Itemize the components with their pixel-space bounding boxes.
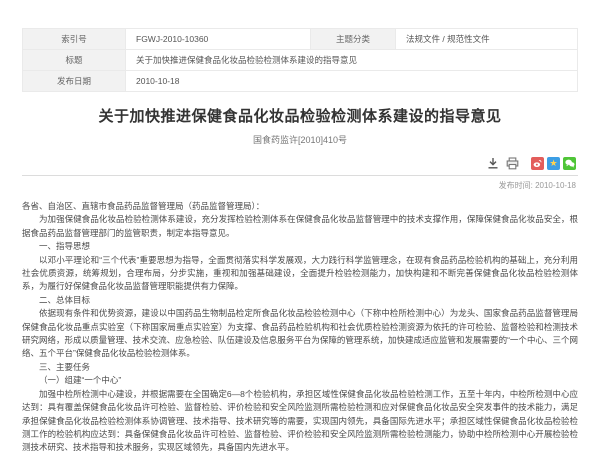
page-title: 关于加快推进保健食品化妆品检验检测体系建设的指导意见 <box>22 105 578 126</box>
share-wechat-icon[interactable] <box>563 157 576 170</box>
meta-label-publish-date: 发布日期 <box>23 71 126 92</box>
meta-label-topic-category: 主题分类 <box>311 29 396 50</box>
print-icon[interactable] <box>505 156 519 170</box>
subsection-heading-3-1: （一）组建“一个中心” <box>22 374 578 387</box>
section-1-paragraph: 以邓小平理论和“三个代表”重要思想为指导，全面贯彻落实科学发展观，大力践行科学监… <box>22 254 578 294</box>
meta-value-topic-category: 法规文件 / 规范性文件 <box>396 29 578 50</box>
share-weibo-icon[interactable] <box>531 157 544 170</box>
share-buttons: ★ <box>531 157 576 170</box>
section-3-paragraph: 加强中检所检测中心建设，并根据需要在全国确定6—8个检验机构，承担区域性保健食品… <box>22 388 578 455</box>
document-number: 国食药监许[2010]410号 <box>22 133 578 146</box>
section-2-paragraph: 依据现有条件和优势资源，建设以中国药品生物制品检定所食品化妆品检验检测中心（下称… <box>22 307 578 361</box>
meta-label-index-number: 索引号 <box>23 29 126 50</box>
download-icon[interactable] <box>486 156 500 170</box>
table-row: 索引号 FGWJ-2010-10360 主题分类 法规文件 / 规范性文件 <box>23 29 578 50</box>
intro-paragraph: 为加强保健食品化妆品检验检测体系建设，充分发挥检验检测体系在保健食品化妆品监督管… <box>22 213 578 240</box>
salutation-line: 各省、自治区、直辖市食品药品监督管理局（药品监督管理局）： <box>22 200 578 213</box>
table-row: 标题 关于加快推进保健食品化妆品检验检测体系建设的指导意见 <box>23 50 578 71</box>
table-row: 发布日期 2010-10-18 <box>23 71 578 92</box>
document-meta-table: 索引号 FGWJ-2010-10360 主题分类 法规文件 / 规范性文件 标题… <box>22 28 578 92</box>
article-body: 各省、自治区、直辖市食品药品监督管理局（药品监督管理局）： 为加强保健食品化妆品… <box>22 200 578 455</box>
article-toolbar: ★ <box>22 156 578 176</box>
meta-value-publish-date: 2010-10-18 <box>126 71 578 92</box>
share-qzone-icon[interactable]: ★ <box>547 157 560 170</box>
section-heading-1: 一、指导思想 <box>22 240 578 253</box>
meta-value-index-number: FGWJ-2010-10360 <box>126 29 311 50</box>
meta-value-title: 关于加快推进保健食品化妆品检验检测体系建设的指导意见 <box>126 50 578 71</box>
meta-label-title: 标题 <box>23 50 126 71</box>
document-page: 索引号 FGWJ-2010-10360 主题分类 法规文件 / 规范性文件 标题… <box>0 0 600 455</box>
section-heading-2: 二、总体目标 <box>22 294 578 307</box>
publish-time: 发布时间: 2010-10-18 <box>22 180 576 191</box>
section-heading-3: 三、主要任务 <box>22 361 578 374</box>
